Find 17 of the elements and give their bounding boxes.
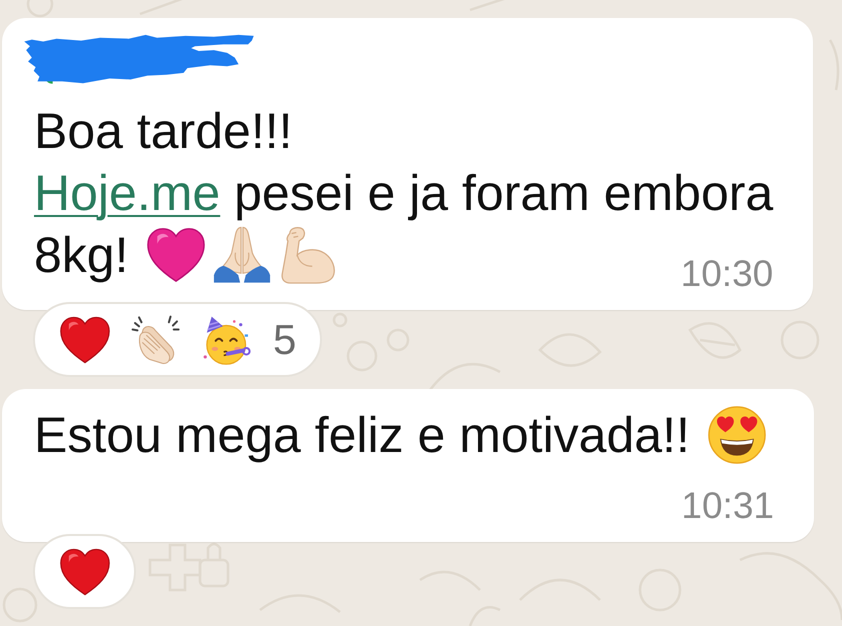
message-text: Estou mega feliz e motivada!! — [34, 406, 690, 465]
message-text: Boa tarde!!! — [34, 102, 292, 161]
heart-icon — [60, 546, 110, 596]
message-text: Hoje.me pesei e ja foram embora — [34, 164, 774, 223]
message-time: 10:31 — [680, 488, 774, 524]
heart-eyes-face-icon — [708, 406, 766, 464]
heart-icon — [60, 314, 110, 364]
heart-icon — [146, 226, 205, 284]
reactions-button[interactable] — [33, 534, 136, 609]
message-text: 8kg! — [34, 226, 129, 285]
clapping-hands-icon — [131, 314, 181, 364]
reactions-button[interactable]: 5 — [33, 302, 322, 377]
flexed-arm-icon — [278, 226, 337, 284]
link[interactable]: Hoje.me — [34, 165, 220, 221]
party-face-icon — [202, 314, 252, 364]
message-time: 10:30 — [680, 256, 774, 292]
praying-hands-icon — [212, 226, 271, 284]
